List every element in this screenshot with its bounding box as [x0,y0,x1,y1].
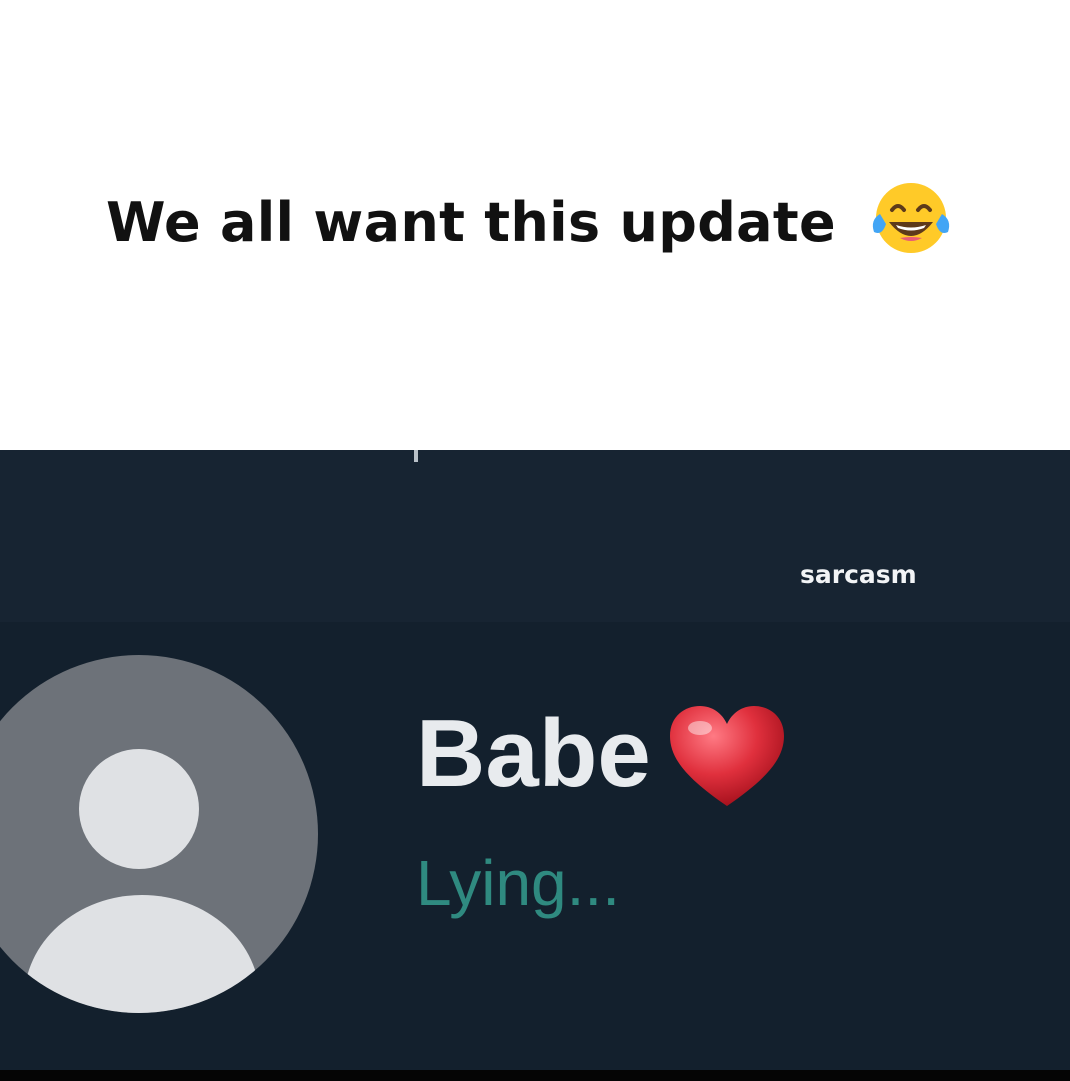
avatar-head-silhouette [79,749,199,869]
meme-caption-area: We all want this update [0,0,1070,450]
watermark-label: sarcasm [800,560,917,589]
avatar-body-silhouette [24,895,260,1013]
cursor-mark [414,450,418,462]
face-with-tears-of-joy-icon [872,183,950,253]
avatar[interactable] [0,655,318,1013]
contact-status: Lying... [416,847,620,919]
red-heart-icon [670,706,784,806]
meme-caption: We all want this update [106,190,836,254]
chat-top-bar: sarcasm [0,450,1070,622]
contact-name: Babe [416,700,651,807]
bottom-strip [0,1070,1070,1081]
contact-profile[interactable]: Babe Lying... [0,622,1070,1070]
chat-screen: sarcasm Babe Lying... [0,450,1070,1070]
